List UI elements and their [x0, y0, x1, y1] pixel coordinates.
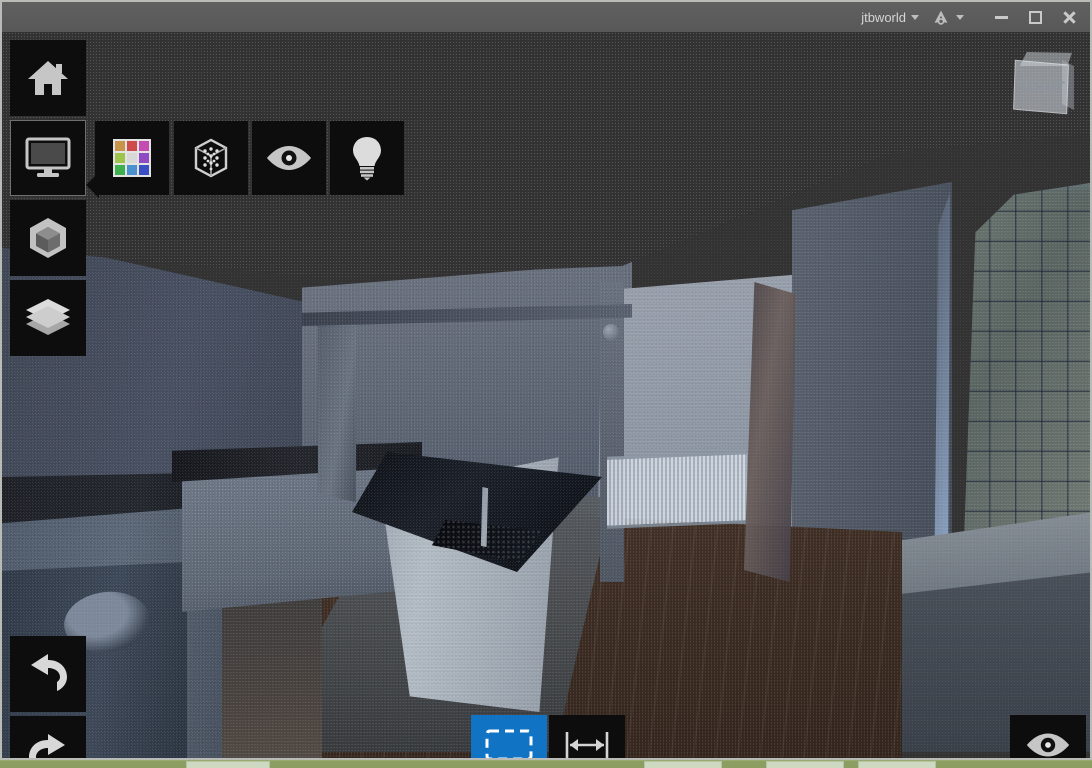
undo-arrow-icon [31, 654, 67, 691]
scan-pillar [318, 312, 356, 502]
home-icon [28, 61, 68, 95]
undo-button[interactable] [10, 636, 86, 712]
taskbar-item[interactable] [186, 761, 270, 768]
cube-model-icon [30, 218, 66, 258]
maximize-button[interactable] [1018, 3, 1052, 31]
maximize-icon [1028, 10, 1042, 24]
sidebar-item-display[interactable] [10, 120, 86, 196]
desktop-taskbar[interactable] [0, 760, 1092, 768]
flyout-item-visibility[interactable] [252, 121, 326, 195]
lightbulb-icon [353, 137, 381, 181]
viewport-3d[interactable]: RIGHT [2, 32, 1090, 758]
taskbar-item[interactable] [644, 761, 722, 768]
distance-measure-icon [565, 731, 609, 758]
eye-icon [267, 146, 311, 170]
window-controls [984, 3, 1086, 31]
navigation-button[interactable]: Navigation [1010, 715, 1086, 758]
taskbar-item[interactable] [766, 761, 844, 768]
trimble-logo-icon [934, 10, 948, 25]
color-grid-icon [113, 139, 151, 177]
redo-button[interactable] [10, 716, 86, 758]
flyout-item-color-palette[interactable] [95, 121, 169, 195]
redo-arrow-icon [29, 734, 65, 758]
view-cube-front-face[interactable]: RIGHT [1013, 59, 1069, 115]
layers-icon [26, 299, 70, 335]
scan-ceiling-fitting [603, 324, 619, 340]
sidebar-item-home[interactable] [10, 40, 86, 116]
close-button[interactable] [1052, 3, 1086, 31]
taskbar-item[interactable] [858, 761, 936, 768]
monitor-icon [25, 137, 71, 177]
account-menu[interactable]: jtbworld [855, 7, 925, 28]
title-bar: jtbworld [2, 2, 1090, 32]
dashed-rectangle-icon [485, 729, 533, 758]
flyout-item-lighting[interactable] [330, 121, 404, 195]
chevron-down-icon [911, 14, 919, 20]
view-cube-label: RIGHT [1016, 78, 1066, 96]
eye-icon [1026, 732, 1070, 757]
close-icon [1062, 10, 1076, 24]
brand-menu[interactable] [925, 6, 970, 28]
minimize-button[interactable] [984, 3, 1018, 31]
chevron-down-icon [956, 14, 964, 20]
scan-radiator [607, 451, 747, 529]
window-select-button[interactable]: Window [471, 715, 547, 758]
application-window: jtbworld RIGHT [0, 0, 1092, 768]
sidebar-item-model[interactable] [10, 200, 86, 276]
flyout-item-point-cloud[interactable] [174, 121, 248, 195]
point-cloud-cube-icon [194, 138, 228, 178]
distance-measure-button[interactable]: Distance [549, 715, 625, 758]
minimize-icon [994, 15, 1008, 19]
window-frame: jtbworld RIGHT [0, 0, 1092, 760]
account-name: jtbworld [861, 9, 906, 25]
sidebar-item-layers[interactable] [10, 280, 86, 356]
view-cube[interactable]: RIGHT [1010, 50, 1076, 118]
